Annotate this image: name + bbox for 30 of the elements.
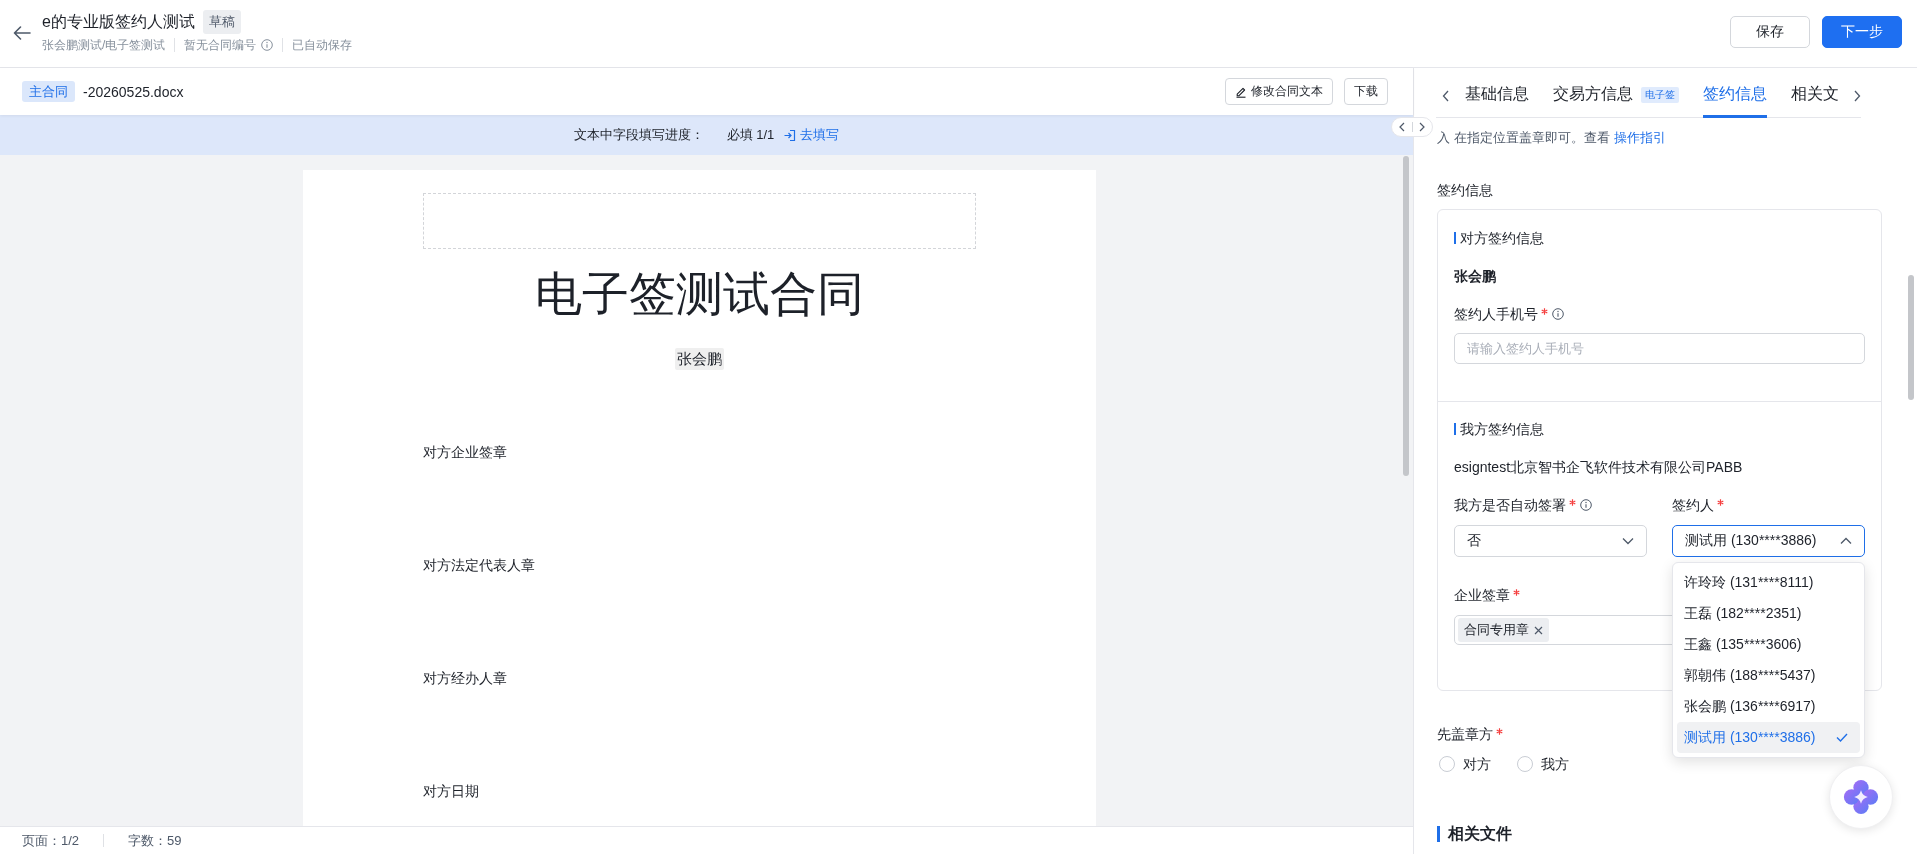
contract-number: 暂无合同编号 — [184, 37, 257, 54]
signature-field-label: 对方企业签章 — [423, 444, 507, 462]
field-label: 企业签章 — [1454, 586, 1510, 605]
page-count: 页面：1/2 — [22, 831, 80, 850]
hint-text: 入 在指定位置盖章即可。查看 — [1437, 129, 1610, 147]
autosave-status: 已自动保存 — [292, 37, 353, 54]
main-contract-tag: 主合同 — [22, 81, 75, 102]
progress-label: 文本中字段填写进度： — [573, 126, 704, 144]
tab-badge: 电子签 — [1641, 86, 1679, 103]
field-label: 先盖章方 — [1437, 725, 1493, 744]
field-label: 签约人 — [1672, 496, 1714, 515]
breadcrumb: 张会鹏测试/电子签测试 — [42, 37, 166, 54]
field-label: 签约人手机号 — [1454, 305, 1538, 324]
counterparty-heading: 对方签约信息 — [1454, 228, 1544, 248]
contract-title: e的专业版签约人测试 — [42, 12, 195, 32]
required-count: 必填 1/1 — [726, 126, 775, 144]
status-badge: 草稿 — [202, 10, 241, 34]
related-files-heading: 相关文件 — [1437, 823, 1512, 845]
signature-field-label: 对方日期 — [423, 783, 479, 801]
section-title: 签约信息 — [1437, 181, 1493, 200]
signature-field-label: 对方经办人章 — [423, 670, 507, 688]
party-name: 张会鹏 — [675, 348, 724, 370]
company-name: esigntest北京智书企飞软件技术有限公司PABB — [1454, 458, 1743, 477]
word-count: 字数：59 — [128, 831, 182, 850]
field-label: 我方是否自动签署 — [1454, 496, 1566, 515]
our-side-heading: 我方签约信息 — [1454, 419, 1544, 439]
counterparty-name: 张会鹏 — [1454, 267, 1496, 286]
file-name: -20260525.docx — [83, 83, 184, 100]
document-title: 电子签测试合同 — [534, 267, 865, 322]
signature-field-label: 对方法定代表人章 — [423, 557, 535, 575]
